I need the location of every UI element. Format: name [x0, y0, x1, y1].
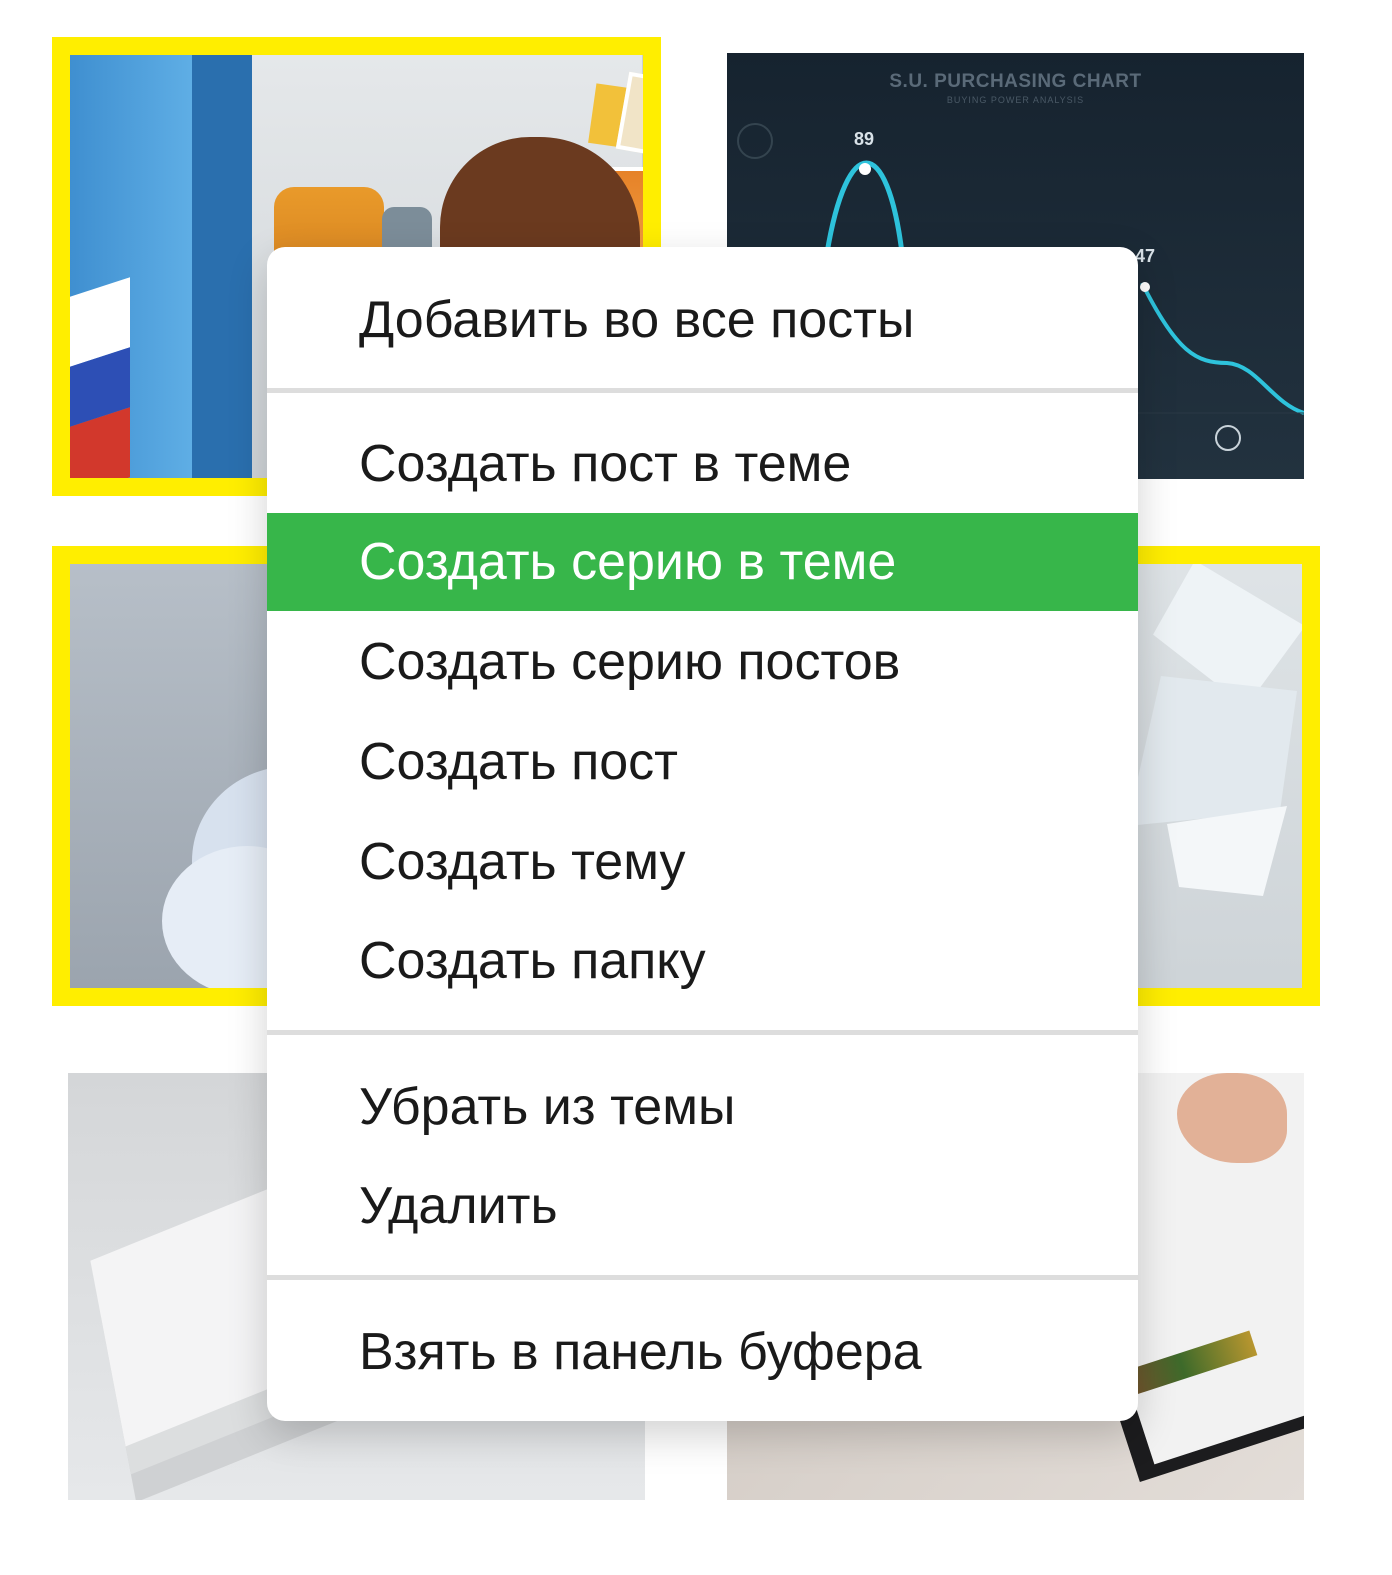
- menu-item-delete[interactable]: Удалить: [267, 1157, 1138, 1255]
- menu-item-remove-from-topic[interactable]: Убрать из темы: [267, 1058, 1138, 1156]
- chart-value-label: 47: [1135, 246, 1156, 266]
- context-menu: Добавить во все посты Создать пост в тем…: [267, 247, 1138, 1421]
- menu-item-create-post[interactable]: Создать пост: [267, 713, 1138, 811]
- menu-item-create-post-series[interactable]: Создать серию постов: [267, 613, 1138, 711]
- menu-divider: [267, 388, 1138, 393]
- menu-item-create-folder[interactable]: Создать папку: [267, 912, 1138, 1010]
- menu-item-take-to-clipboard-panel[interactable]: Взять в панель буфера: [267, 1303, 1138, 1401]
- chart-value-label: 89: [854, 129, 875, 149]
- clock-icon: [1215, 425, 1241, 451]
- menu-item-add-to-all-posts[interactable]: Добавить во все посты: [267, 271, 1138, 369]
- menu-item-create-series-in-topic[interactable]: Создать серию в теме: [267, 513, 1138, 611]
- menu-item-create-topic[interactable]: Создать тему: [267, 813, 1138, 911]
- menu-divider: [267, 1275, 1138, 1280]
- menu-divider: [267, 1030, 1138, 1035]
- menu-item-create-post-in-topic[interactable]: Создать пост в теме: [267, 415, 1138, 513]
